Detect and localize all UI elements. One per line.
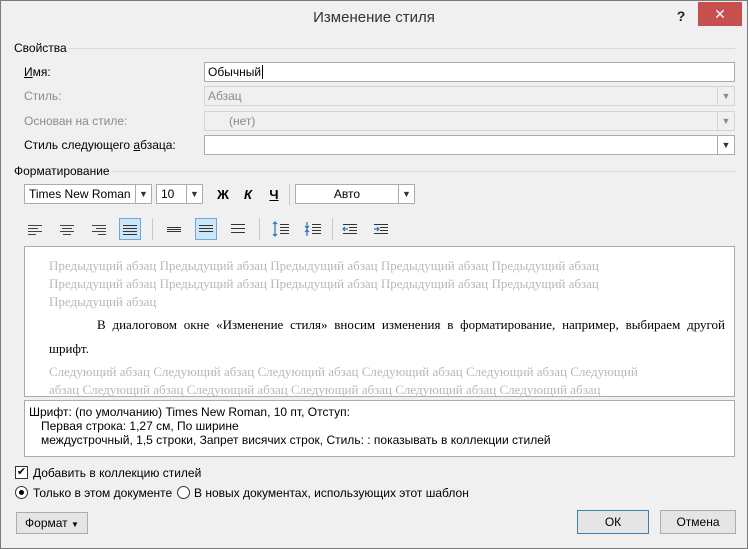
dialog-title: Изменение стиля <box>313 9 435 26</box>
based-on-label: Основан на стиле: <box>24 114 128 128</box>
next-paragraph-line: абзац Следующий абзац Следующий абзац Сл… <box>49 382 601 397</box>
properties-group-label: Свойства <box>14 41 67 55</box>
style-preview: Предыдущий абзац Предыдущий абзац Предыд… <box>24 246 735 397</box>
font-size-value: 10 <box>161 187 175 201</box>
name-input[interactable]: Обычный <box>204 62 735 82</box>
line-spacing-1-5-icon <box>199 225 213 232</box>
cancel-button[interactable]: Отмена <box>660 510 736 534</box>
title-bar: Изменение стиля ? ✕ <box>1 1 747 35</box>
separator <box>259 218 260 240</box>
align-left-button[interactable] <box>24 218 46 240</box>
formatting-group-label: Форматирование <box>14 164 110 178</box>
separator <box>289 184 290 205</box>
separator <box>332 218 333 240</box>
name-label: Имя: <box>24 65 51 79</box>
font-size-select[interactable]: 10 ▼ <box>156 184 203 204</box>
modify-style-dialog: Изменение стиля ? ✕ Свойства Имя: Обычны… <box>0 0 748 549</box>
format-button[interactable]: Формат ▼ <box>16 512 88 534</box>
style-type-label: Стиль: <box>24 89 62 103</box>
space-before-button[interactable] <box>270 218 292 240</box>
font-color-value: Авто <box>333 187 361 201</box>
description-line: междустрочный, 1,5 строки, Запрет висячи… <box>41 433 551 447</box>
align-justify-button[interactable] <box>119 218 141 240</box>
align-justify-icon <box>123 225 137 235</box>
sample-paragraph: В диалоговом окне «Изменение стиля» внос… <box>49 317 725 356</box>
separator <box>152 218 153 240</box>
align-right-button[interactable] <box>88 218 110 240</box>
line-spacing-1-5-button[interactable] <box>195 218 217 240</box>
based-on-value: (нет) <box>229 114 256 128</box>
only-this-document-radio[interactable] <box>15 486 28 499</box>
chevron-down-icon: ▼ <box>717 136 734 154</box>
previous-paragraph-line: Предыдущий абзац Предыдущий абзац Предыд… <box>49 258 599 273</box>
formatting-divider <box>113 171 735 172</box>
close-button[interactable]: ✕ <box>698 2 742 26</box>
add-to-gallery-checkbox[interactable]: ✔ <box>15 466 28 479</box>
properties-divider <box>69 48 735 49</box>
font-value: Times New Roman <box>29 187 131 201</box>
increase-indent-button[interactable] <box>370 218 392 240</box>
italic-button[interactable]: К <box>237 185 259 205</box>
style-type-select[interactable]: Абзац ▼ <box>204 86 735 106</box>
chevron-down-icon: ▼ <box>717 87 734 105</box>
next-style-select[interactable]: ▼ <box>204 135 735 155</box>
chevron-down-icon: ▼ <box>186 185 202 203</box>
decrease-indent-button[interactable] <box>339 218 361 240</box>
style-description: Шрифт: (по умолчанию) Times New Roman, 1… <box>24 400 735 457</box>
chevron-down-icon: ▼ <box>135 185 151 203</box>
add-to-gallery-label: Добавить в коллекцию стилей <box>33 466 202 480</box>
chevron-down-icon: ▼ <box>71 520 79 529</box>
next-style-label: Стиль следующего абзаца: <box>24 138 176 152</box>
name-input-value: Обычный <box>208 65 262 79</box>
font-color-select[interactable]: Авто ▼ <box>295 184 415 204</box>
format-button-label: Формат <box>25 516 68 530</box>
underline-button[interactable]: Ч <box>263 185 285 205</box>
previous-paragraph-line: Предыдущий абзац <box>49 294 157 309</box>
line-spacing-single-icon <box>167 227 181 232</box>
increase-indent-icon <box>374 224 388 234</box>
based-on-select[interactable]: (нет) ▼ <box>204 111 735 131</box>
help-button[interactable]: ? <box>669 7 693 25</box>
description-line: Первая строка: 1,27 см, По ширине <box>41 419 239 433</box>
line-spacing-double-icon <box>231 224 245 233</box>
align-right-icon <box>92 225 106 235</box>
decrease-indent-icon <box>342 224 357 234</box>
new-documents-label: В новых документах, использующих этот ша… <box>194 486 469 500</box>
next-paragraph-line: Следующий абзац Следующий абзац Следующи… <box>49 364 638 379</box>
chevron-down-icon: ▼ <box>717 112 734 130</box>
ok-button[interactable]: ОК <box>577 510 649 534</box>
align-left-icon <box>28 225 42 235</box>
align-center-icon <box>60 225 74 235</box>
bold-button[interactable]: Ж <box>212 185 234 205</box>
description-line: Шрифт: (по умолчанию) Times New Roman, 1… <box>29 405 350 419</box>
space-after-icon <box>304 222 321 236</box>
style-type-value: Абзац <box>208 89 242 103</box>
align-center-button[interactable] <box>56 218 78 240</box>
line-spacing-double-button[interactable] <box>227 218 249 240</box>
new-documents-radio[interactable] <box>177 486 190 499</box>
previous-paragraph-line: Предыдущий абзац Предыдущий абзац Предыд… <box>49 276 599 291</box>
only-this-document-label: Только в этом документе <box>33 486 173 500</box>
space-before-icon <box>272 221 289 237</box>
line-spacing-single-button[interactable] <box>163 218 185 240</box>
space-after-button[interactable] <box>302 218 324 240</box>
font-select[interactable]: Times New Roman ▼ <box>24 184 152 204</box>
chevron-down-icon: ▼ <box>398 185 414 203</box>
